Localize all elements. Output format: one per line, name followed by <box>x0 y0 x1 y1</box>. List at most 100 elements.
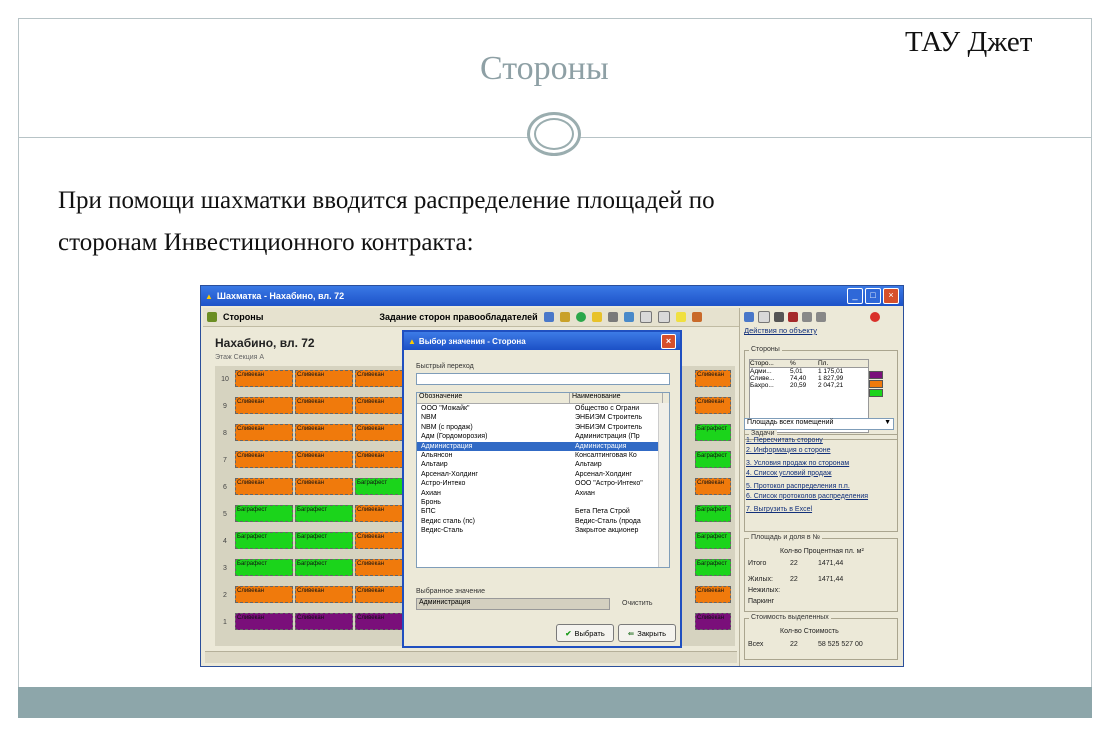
apartment-cell[interactable]: Сливекан <box>295 397 353 414</box>
building-icon[interactable] <box>774 312 784 322</box>
side-color-swatch[interactable] <box>869 389 883 397</box>
apartment-cell[interactable]: Сливекан <box>235 370 293 387</box>
list-cell-name: Бета Пета Строй <box>575 508 630 516</box>
apartment-cell[interactable]: Сливекан <box>295 451 353 468</box>
filter-input[interactable] <box>416 373 670 385</box>
apartment-cell[interactable]: Сливекан <box>295 586 353 603</box>
sides-table-row[interactable]: Сливе... 74,40 1 827,99 <box>750 375 868 382</box>
body-line-2: сторонам Инвестиционного контракта: <box>58 229 474 256</box>
print-icon[interactable] <box>623 312 634 322</box>
list-row[interactable]: NBM ЭНБИЭМ Строитель <box>417 413 669 422</box>
apartment-cell[interactable]: Сливекан <box>295 613 353 630</box>
list-row[interactable]: Ведис сталь (пс) Ведис-Сталь (прода <box>417 517 669 526</box>
sides-list[interactable]: Обозначение Наименование ООО "Можайк" Общ… <box>416 392 670 568</box>
object-actions-link[interactable]: Действия по объекту <box>740 326 903 335</box>
apartment-cell[interactable]: Сливекан <box>695 613 731 630</box>
list-row[interactable]: NBM (с продаж) ЭНБИЭМ Строитель <box>417 423 669 432</box>
task-distribution-protocol[interactable]: 5. Протокол распределения п.п. <box>746 482 868 492</box>
apartment-cell[interactable]: Баграфест <box>295 532 353 549</box>
list-cell-name: ЭНБИЭМ Строитель <box>575 423 642 431</box>
apartment-cell[interactable]: Баграфест <box>695 505 731 522</box>
exit-icon[interactable] <box>870 312 880 322</box>
apartment-cell[interactable]: Сливекан <box>695 478 731 495</box>
apartment-cell[interactable]: Баграфест <box>695 532 731 549</box>
star-icon[interactable] <box>591 312 602 322</box>
apartment-cell[interactable]: Баграфест <box>695 451 731 468</box>
list-row[interactable]: Бронь <box>417 498 669 507</box>
clear-button[interactable]: Очистить <box>622 600 652 607</box>
list-row[interactable]: Адм (Гордоморозия) Администрация (Пр <box>417 432 669 441</box>
task-protocol-list[interactable]: 6. Список протоколов распределения <box>746 492 868 502</box>
list-row[interactable]: Астро-Интеко ООО "Астро-Интеко" <box>417 479 669 488</box>
book-icon[interactable] <box>788 312 798 322</box>
apartment-cell[interactable]: Сливекан <box>695 397 731 414</box>
list-row[interactable]: ООО "Можайк" Общество с Ограни <box>417 404 669 413</box>
task-export-excel[interactable]: 7. Выгрузить в Excel <box>746 505 868 515</box>
highlight-icon[interactable] <box>675 312 686 322</box>
apartment-cell[interactable]: Сливекан <box>695 586 731 603</box>
apartment-cell[interactable]: Сливекан <box>295 478 353 495</box>
settings-icon[interactable] <box>691 312 702 322</box>
side-color-swatch[interactable] <box>869 380 883 388</box>
globe-icon[interactable] <box>575 312 586 322</box>
apartment-cell[interactable]: Сливекан <box>295 370 353 387</box>
choose-button[interactable]: ✔ Выбрать <box>556 624 614 642</box>
apartment-cell[interactable]: Сливекан <box>235 586 293 603</box>
apartment-cell[interactable]: Сливекан <box>235 451 293 468</box>
page-icon[interactable] <box>758 311 770 323</box>
apartment-cell[interactable]: Баграфест <box>295 505 353 522</box>
list-row[interactable]: Ведис-Сталь Закрытое акционер <box>417 526 669 535</box>
grid-view-icon[interactable] <box>816 312 826 322</box>
list-cell-code: Альянсон <box>421 451 453 459</box>
document-icon[interactable] <box>639 311 652 323</box>
list-row[interactable]: Альтаир Альтаир <box>417 460 669 469</box>
area-type-select[interactable]: Площадь всех помещений ▼ <box>744 418 894 430</box>
refresh-icon[interactable] <box>744 312 754 322</box>
list-col-name[interactable]: Наименование <box>570 393 663 403</box>
apartment-cell[interactable]: Сливекан <box>235 424 293 441</box>
table-view-icon[interactable] <box>802 312 812 322</box>
list-row[interactable]: Альянсон Консалтинговая Ко <box>417 451 669 460</box>
tree-icon[interactable] <box>607 312 618 322</box>
apartment-cell[interactable]: Баграфест <box>695 559 731 576</box>
apartment-cell[interactable]: Баграфест <box>235 505 293 522</box>
list-cell-code: ООО "Можайк" <box>421 405 470 412</box>
copy-icon[interactable] <box>657 311 670 323</box>
apartment-cell[interactable]: Сливекан <box>695 370 731 387</box>
list-cell-name: Арсенал-Холдинг <box>575 470 632 478</box>
dialog-close-button[interactable]: × <box>661 333 676 349</box>
list-row[interactable]: Арсенал-Холдинг Арсенал-Холдинг <box>417 470 669 479</box>
sides-table-row[interactable]: Адми... 5,01 1 175,01 <box>750 368 868 375</box>
list-cell-code: Бронь <box>421 498 441 506</box>
task-sale-conditions-list[interactable]: 4. Список условий продаж <box>746 469 868 479</box>
cost-header: Кол-во Стоимость <box>780 628 839 635</box>
apartment-cell[interactable]: Сливекан <box>235 397 293 414</box>
apartment-cell[interactable]: Баграфест <box>695 424 731 441</box>
apartment-cell[interactable]: Баграфест <box>235 532 293 549</box>
apartment-cell[interactable]: Баграфест <box>295 559 353 576</box>
task-recalculate[interactable]: 1. Пересчитать сторону <box>746 436 868 446</box>
close-dialog-button[interactable]: ⇚ Закрыть <box>618 624 676 642</box>
sides-table-row[interactable]: Бахро... 20,59 2 047,21 <box>750 382 868 389</box>
window-titlebar: ▲ Шахматка - Нахабино, вл. 72 _ □ × <box>201 286 903 306</box>
side-color-swatch[interactable] <box>869 371 883 379</box>
maximize-button[interactable]: □ <box>865 288 881 304</box>
apartment-cell[interactable]: Сливекан <box>235 478 293 495</box>
close-button[interactable]: × <box>883 288 899 304</box>
list-cell-name: Альтаир <box>575 461 602 469</box>
list-row[interactable]: Ахиан Ахиан <box>417 489 669 498</box>
apartment-cell[interactable]: Сливекан <box>295 424 353 441</box>
apartment-cell[interactable]: Сливекан <box>235 613 293 630</box>
horizontal-scrollbar[interactable] <box>205 651 737 663</box>
sides-table-cell: 2 047,21 <box>818 382 844 389</box>
apartment-cell[interactable]: Баграфест <box>235 559 293 576</box>
task-side-info[interactable]: 2. Информация о стороне <box>746 446 868 456</box>
list-row[interactable]: БПС Бета Пета Строй <box>417 507 669 516</box>
list-row[interactable]: Администрация Администрация <box>417 441 669 451</box>
task-sale-conditions[interactable]: 3. Условия продаж по сторонам <box>746 459 868 469</box>
minimize-button[interactable]: _ <box>847 288 863 304</box>
table-icon[interactable] <box>543 312 554 322</box>
tools-icon[interactable] <box>559 312 570 322</box>
list-vertical-scrollbar[interactable] <box>658 403 669 567</box>
list-col-code[interactable]: Обозначение <box>417 393 570 403</box>
